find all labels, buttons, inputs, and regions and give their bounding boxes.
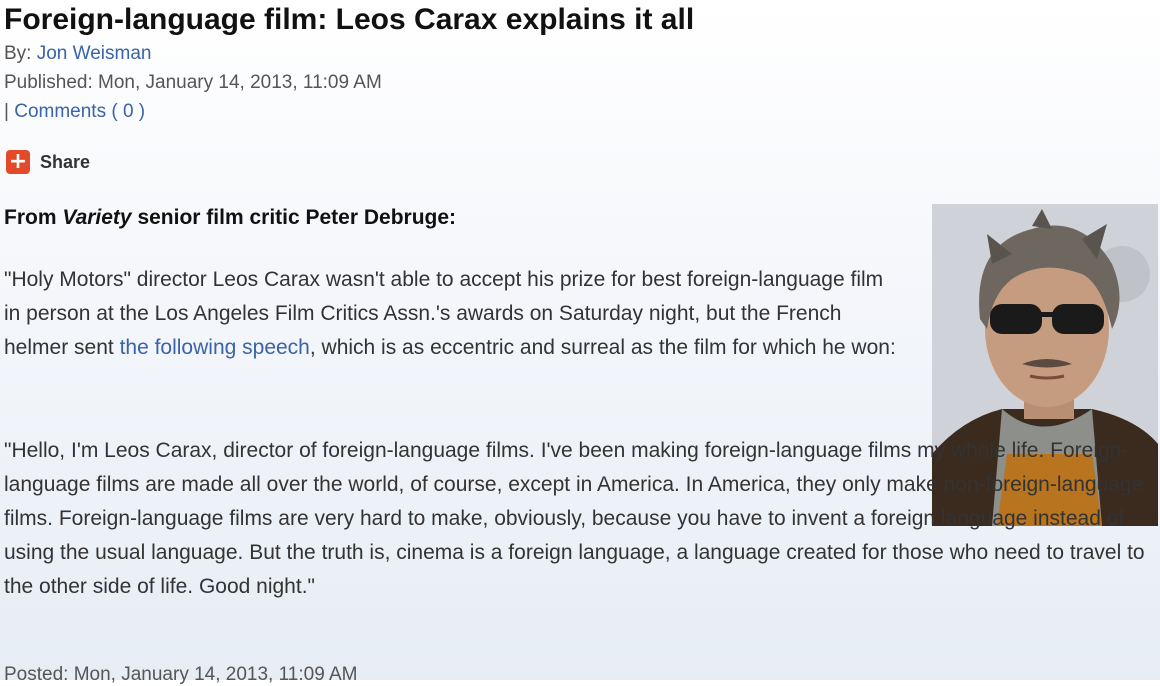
paragraph-1: "Holy Motors" director Leos Carax wasn't…	[4, 263, 904, 365]
article-title: Foreign-language film: Leos Carax explai…	[4, 3, 695, 36]
published-date: Published: Mon, January 14, 2013, 11:09 …	[4, 72, 382, 93]
paragraph-2: "Hello, I'm Leos Carax, director of fore…	[4, 439, 1145, 598]
intro-line: From Variety senior film critic Peter De…	[4, 206, 456, 230]
comments-separator: |	[4, 101, 9, 122]
comments-link[interactable]: Comments ( 0 )	[14, 101, 145, 122]
plus-icon: +	[6, 150, 30, 174]
author-link[interactable]: Jon Weisman	[37, 43, 152, 64]
byline: By: Jon Weisman	[4, 42, 152, 66]
p1-text-after: , which is as eccentric and surreal as t…	[309, 336, 896, 359]
speech-link[interactable]: the following speech	[120, 336, 310, 359]
posted-date: Posted: Mon, January 14, 2013, 11:09 AM	[4, 664, 358, 685]
comments-row: | Comments ( 0 )	[4, 100, 145, 124]
intro-suffix: senior film critic Peter Debruge:	[131, 206, 457, 229]
byline-prefix: By:	[4, 43, 32, 64]
intro-prefix: From	[4, 206, 63, 229]
share-button[interactable]: + Share	[6, 150, 90, 174]
share-label: Share	[40, 151, 91, 172]
publication-name: Variety	[62, 206, 132, 229]
